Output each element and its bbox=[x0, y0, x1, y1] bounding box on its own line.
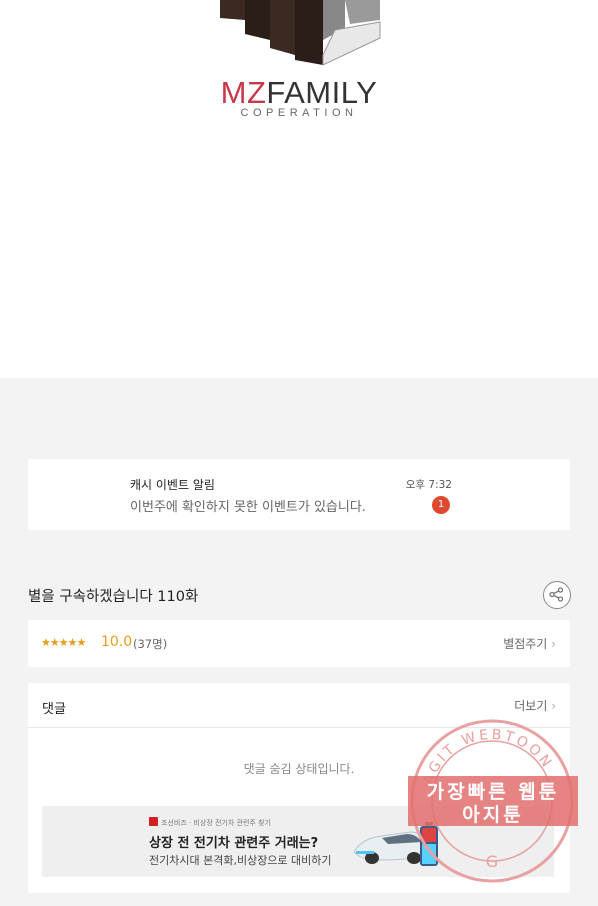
comments-hidden-message: 댓글 숨김 상태입니다. bbox=[243, 762, 355, 776]
ad-source-line: 조선비즈 · 비상장 전기차 관련주 찾기 bbox=[149, 817, 271, 828]
chevron-right-icon: › bbox=[551, 699, 556, 713]
ad-subtext: 전기차시대 본격화,비상장으로 대비하기 bbox=[149, 854, 332, 867]
notification-body: 이번주에 확인하지 못한 이벤트가 있습니다. bbox=[130, 500, 366, 515]
comments-header: 댓글 더보기 › bbox=[28, 683, 570, 728]
ad-source-text: 조선비즈 · 비상장 전기차 관련주 찾기 bbox=[161, 819, 271, 827]
rating-score: 10.0 bbox=[101, 634, 133, 650]
comic-image-area: MZFAMILY COPERATION bbox=[0, 0, 598, 378]
share-button[interactable] bbox=[543, 581, 571, 609]
logo-mz: MZ bbox=[220, 75, 267, 110]
rate-button[interactable]: 별점주기 › bbox=[503, 635, 556, 652]
rate-button-label: 별점주기 bbox=[503, 637, 548, 651]
share-icon bbox=[549, 587, 564, 602]
chevron-right-icon: › bbox=[551, 637, 556, 651]
ad-headline: 상장 전 전기차 관련주 거래는? bbox=[149, 836, 319, 851]
watermark-line2: 아지툰 bbox=[462, 804, 524, 826]
episode-title: 별을 구속하겠습니다 110화 bbox=[28, 589, 199, 605]
notification-badge: 1 bbox=[432, 496, 450, 514]
rating-bar: ★★★★★ 10.0 (37명) 별점주기 › bbox=[28, 620, 570, 667]
notification-title: 캐시 이벤트 알림 bbox=[130, 478, 215, 492]
comments-title: 댓글 bbox=[42, 702, 66, 717]
mz-family-logo-graphic bbox=[220, 0, 381, 66]
notification-time: 오후 7:32 bbox=[405, 479, 452, 491]
logo-subtitle: COPERATION bbox=[240, 107, 358, 119]
rating-stars: ★★★★★ bbox=[41, 636, 86, 649]
more-label: 더보기 bbox=[514, 699, 548, 713]
comments-more-button[interactable]: 더보기 › bbox=[514, 697, 556, 714]
logo-family: FAMILY bbox=[266, 75, 378, 110]
cash-event-notification[interactable]: 캐시 이벤트 알림 이번주에 확인하지 못한 이벤트가 있습니다. 오후 7:3… bbox=[28, 459, 570, 530]
ad-logo-icon bbox=[149, 817, 158, 826]
logo-wordmark: MZFAMILY bbox=[0, 76, 598, 110]
rating-count: (37명) bbox=[133, 637, 168, 651]
